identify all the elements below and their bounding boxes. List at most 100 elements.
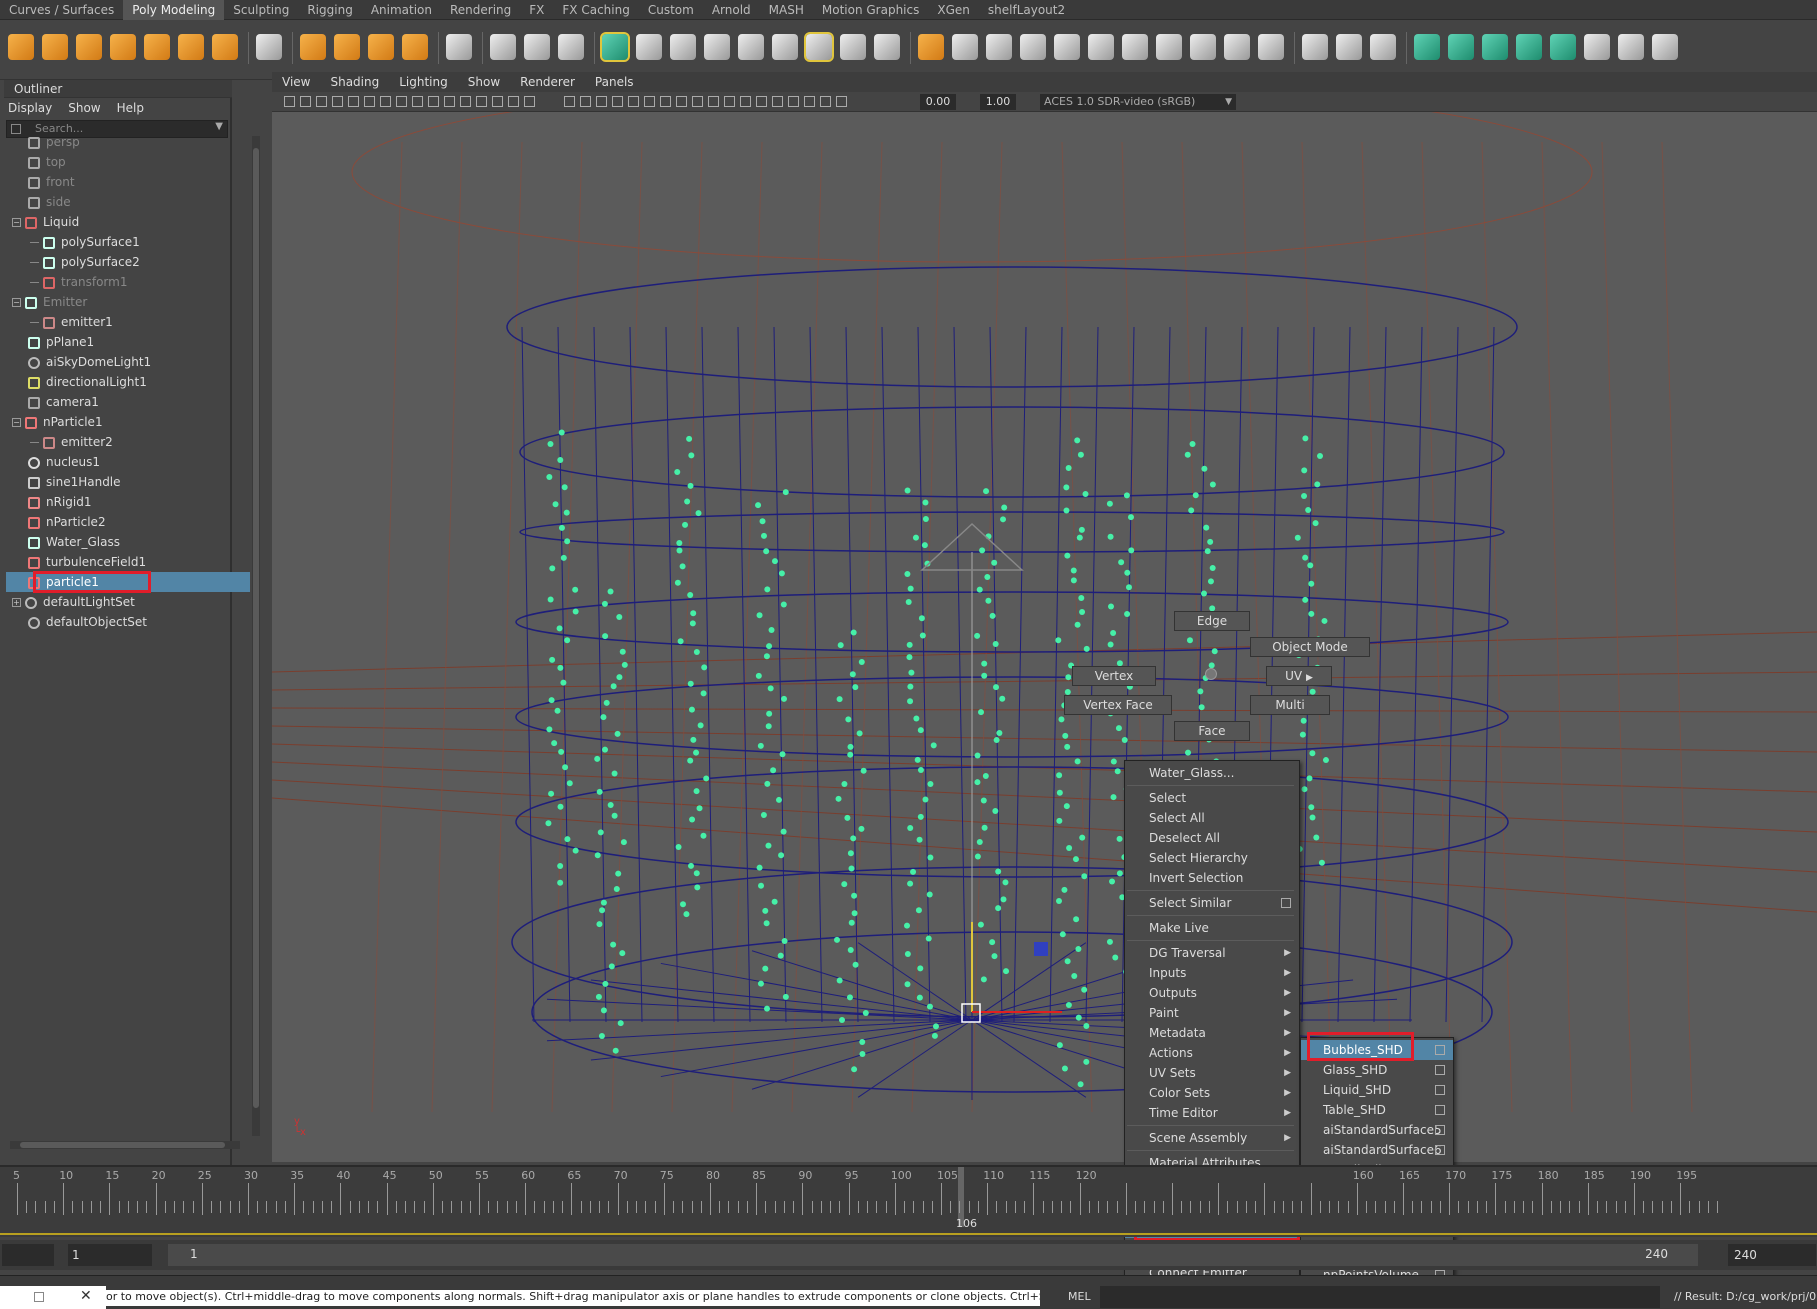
colorspace-dropdown[interactable]: ACES 1.0 SDR-video (sRGB) ▼ <box>1040 94 1236 110</box>
chevron-down-icon[interactable]: ▼ <box>215 121 223 132</box>
viewport-tool-icon[interactable] <box>396 96 407 107</box>
viewport-tool-icon[interactable] <box>564 96 575 107</box>
uv-auto-icon[interactable] <box>1516 34 1542 60</box>
outliner-menu-help[interactable]: Help <box>109 98 152 118</box>
viewport-tool-icon[interactable] <box>380 96 391 107</box>
outliner-item[interactable]: polySurface2 <box>6 252 250 272</box>
outliner-item[interactable]: transform1 <box>6 272 250 292</box>
triangulate-icon[interactable] <box>1190 34 1216 60</box>
material-menu-item[interactable]: Bubbles_SHD <box>1301 1040 1453 1060</box>
viewport-tool-icon[interactable] <box>524 96 535 107</box>
type-icon[interactable] <box>368 34 394 60</box>
context-menu-item[interactable]: Deselect All <box>1125 828 1299 848</box>
shelf-tab[interactable]: shelfLayout2 <box>979 0 1074 20</box>
viewport-menu-renderer[interactable]: Renderer <box>510 72 585 92</box>
platonic-icon[interactable] <box>256 34 282 60</box>
sweep-icon[interactable] <box>334 34 360 60</box>
viewport-tool-icon[interactable] <box>460 96 471 107</box>
multicut-icon[interactable] <box>1302 34 1328 60</box>
viewport-tool-icon[interactable] <box>444 96 455 107</box>
viewport-tool-icon[interactable] <box>740 96 751 107</box>
context-menu-item[interactable]: Metadata ▶ <box>1125 1023 1299 1043</box>
viewport-tool-icon[interactable] <box>580 96 591 107</box>
viewport-tool-icon[interactable] <box>692 96 703 107</box>
context-menu-item[interactable]: Select All <box>1125 808 1299 828</box>
outliner-item[interactable]: front <box>6 172 250 192</box>
separate-icon[interactable] <box>704 34 730 60</box>
viewport-tool-icon[interactable] <box>596 96 607 107</box>
window-icon[interactable] <box>34 1292 44 1302</box>
context-menu-item[interactable]: UV Sets ▶ <box>1125 1063 1299 1083</box>
outliner-item[interactable]: camera1 <box>6 392 250 412</box>
cylinder-icon[interactable] <box>76 34 102 60</box>
outliner-item[interactable]: turbulenceField1 <box>6 552 250 572</box>
close-icon[interactable]: ✕ <box>80 1288 92 1304</box>
uv-spherical-icon[interactable] <box>1482 34 1508 60</box>
viewport-tool-icon[interactable] <box>756 96 767 107</box>
material-menu-item[interactable]: Liquid_SHD <box>1301 1080 1453 1100</box>
viewport-tool-icon[interactable] <box>428 96 439 107</box>
option-box-icon[interactable] <box>1435 1125 1445 1135</box>
mirror-icon[interactable] <box>804 32 834 62</box>
outliner-item[interactable]: − Liquid <box>6 212 250 232</box>
context-menu-item[interactable]: Invert Selection <box>1125 868 1299 888</box>
command-line[interactable] <box>1100 1286 1660 1308</box>
outliner-menu-display[interactable]: Display <box>0 98 60 118</box>
context-menu-item[interactable]: Inputs ▶ <box>1125 963 1299 983</box>
viewport-tool-icon[interactable] <box>412 96 423 107</box>
outliner-item[interactable]: particle1 <box>6 572 250 592</box>
marking-menu-object-mode[interactable]: Object Mode <box>1250 637 1370 657</box>
expand-toggle-icon[interactable]: − <box>12 298 21 307</box>
uv-cylindrical-icon[interactable] <box>1448 34 1474 60</box>
outliner-item[interactable]: + defaultLightSet <box>6 592 250 612</box>
outliner-item[interactable]: − Emitter <box>6 292 250 312</box>
exposure-field[interactable]: 0.00 <box>920 94 956 110</box>
viewport-tool-icon[interactable] <box>316 96 327 107</box>
outliner-item[interactable]: emitter2 <box>6 432 250 452</box>
viewport-tool-icon[interactable] <box>804 96 815 107</box>
boolean-icon[interactable] <box>772 34 798 60</box>
context-menu-item[interactable]: Water_Glass... <box>1125 763 1299 783</box>
shelf-tab[interactable]: FX Caching <box>553 0 638 20</box>
context-menu-item[interactable]: Paint ▶ <box>1125 1003 1299 1023</box>
context-menu-item[interactable]: Outputs ▶ <box>1125 983 1299 1003</box>
viewport-tool-icon[interactable] <box>836 96 847 107</box>
viewport-tool-icon[interactable] <box>612 96 623 107</box>
shelf-tab[interactable]: Rigging <box>298 0 361 20</box>
context-menu-item[interactable]: Select Hierarchy <box>1125 848 1299 868</box>
shelf-tab[interactable]: FX <box>520 0 553 20</box>
shelf-tab[interactable]: Poly Modeling <box>123 0 225 20</box>
shelf-tab[interactable]: Motion Graphics <box>813 0 929 20</box>
grid-icon[interactable] <box>446 34 472 60</box>
outliner-item[interactable]: sine1Handle <box>6 472 250 492</box>
option-box-icon[interactable] <box>1435 1105 1445 1115</box>
outliner-item[interactable]: aiSkyDomeLight1 <box>6 352 250 372</box>
expand-toggle-icon[interactable]: + <box>12 598 21 607</box>
shelf-tab[interactable]: Rendering <box>441 0 520 20</box>
expand-toggle-icon[interactable]: − <box>12 218 21 227</box>
context-menu-item[interactable]: Select Similar <box>1125 893 1299 913</box>
context-menu-item[interactable]: Scene Assembly ▶ <box>1125 1128 1299 1148</box>
outliner-item[interactable]: polySurface1 <box>6 232 250 252</box>
bridge-icon[interactable] <box>952 34 978 60</box>
context-menu-item[interactable]: Actions ▶ <box>1125 1043 1299 1063</box>
viewport-tool-icon[interactable] <box>628 96 639 107</box>
target-weld-icon[interactable] <box>490 34 516 60</box>
shelf-tab[interactable]: Sculpting <box>224 0 298 20</box>
viewport-tool-icon[interactable] <box>820 96 831 107</box>
marking-menu-vertex[interactable]: Vertex <box>1072 666 1156 686</box>
option-box-icon[interactable] <box>1435 1145 1445 1155</box>
viewport-tool-icon[interactable] <box>724 96 735 107</box>
outliner-item[interactable]: persp <box>6 132 250 152</box>
wedge-icon[interactable] <box>1020 34 1046 60</box>
outliner-vscrollbar[interactable] <box>252 136 260 1136</box>
svg-icon[interactable] <box>402 34 428 60</box>
viewport-menu-shading[interactable]: Shading <box>320 72 389 92</box>
outliner-item[interactable]: nRigid1 <box>6 492 250 512</box>
smooth-icon[interactable] <box>738 34 764 60</box>
uv-layout-icon[interactable] <box>1584 34 1610 60</box>
range-start-field[interactable]: 1 <box>68 1244 152 1266</box>
shelf-tab[interactable]: Animation <box>362 0 441 20</box>
viewport-tool-icon[interactable] <box>476 96 487 107</box>
viewport-tool-icon[interactable] <box>332 96 343 107</box>
